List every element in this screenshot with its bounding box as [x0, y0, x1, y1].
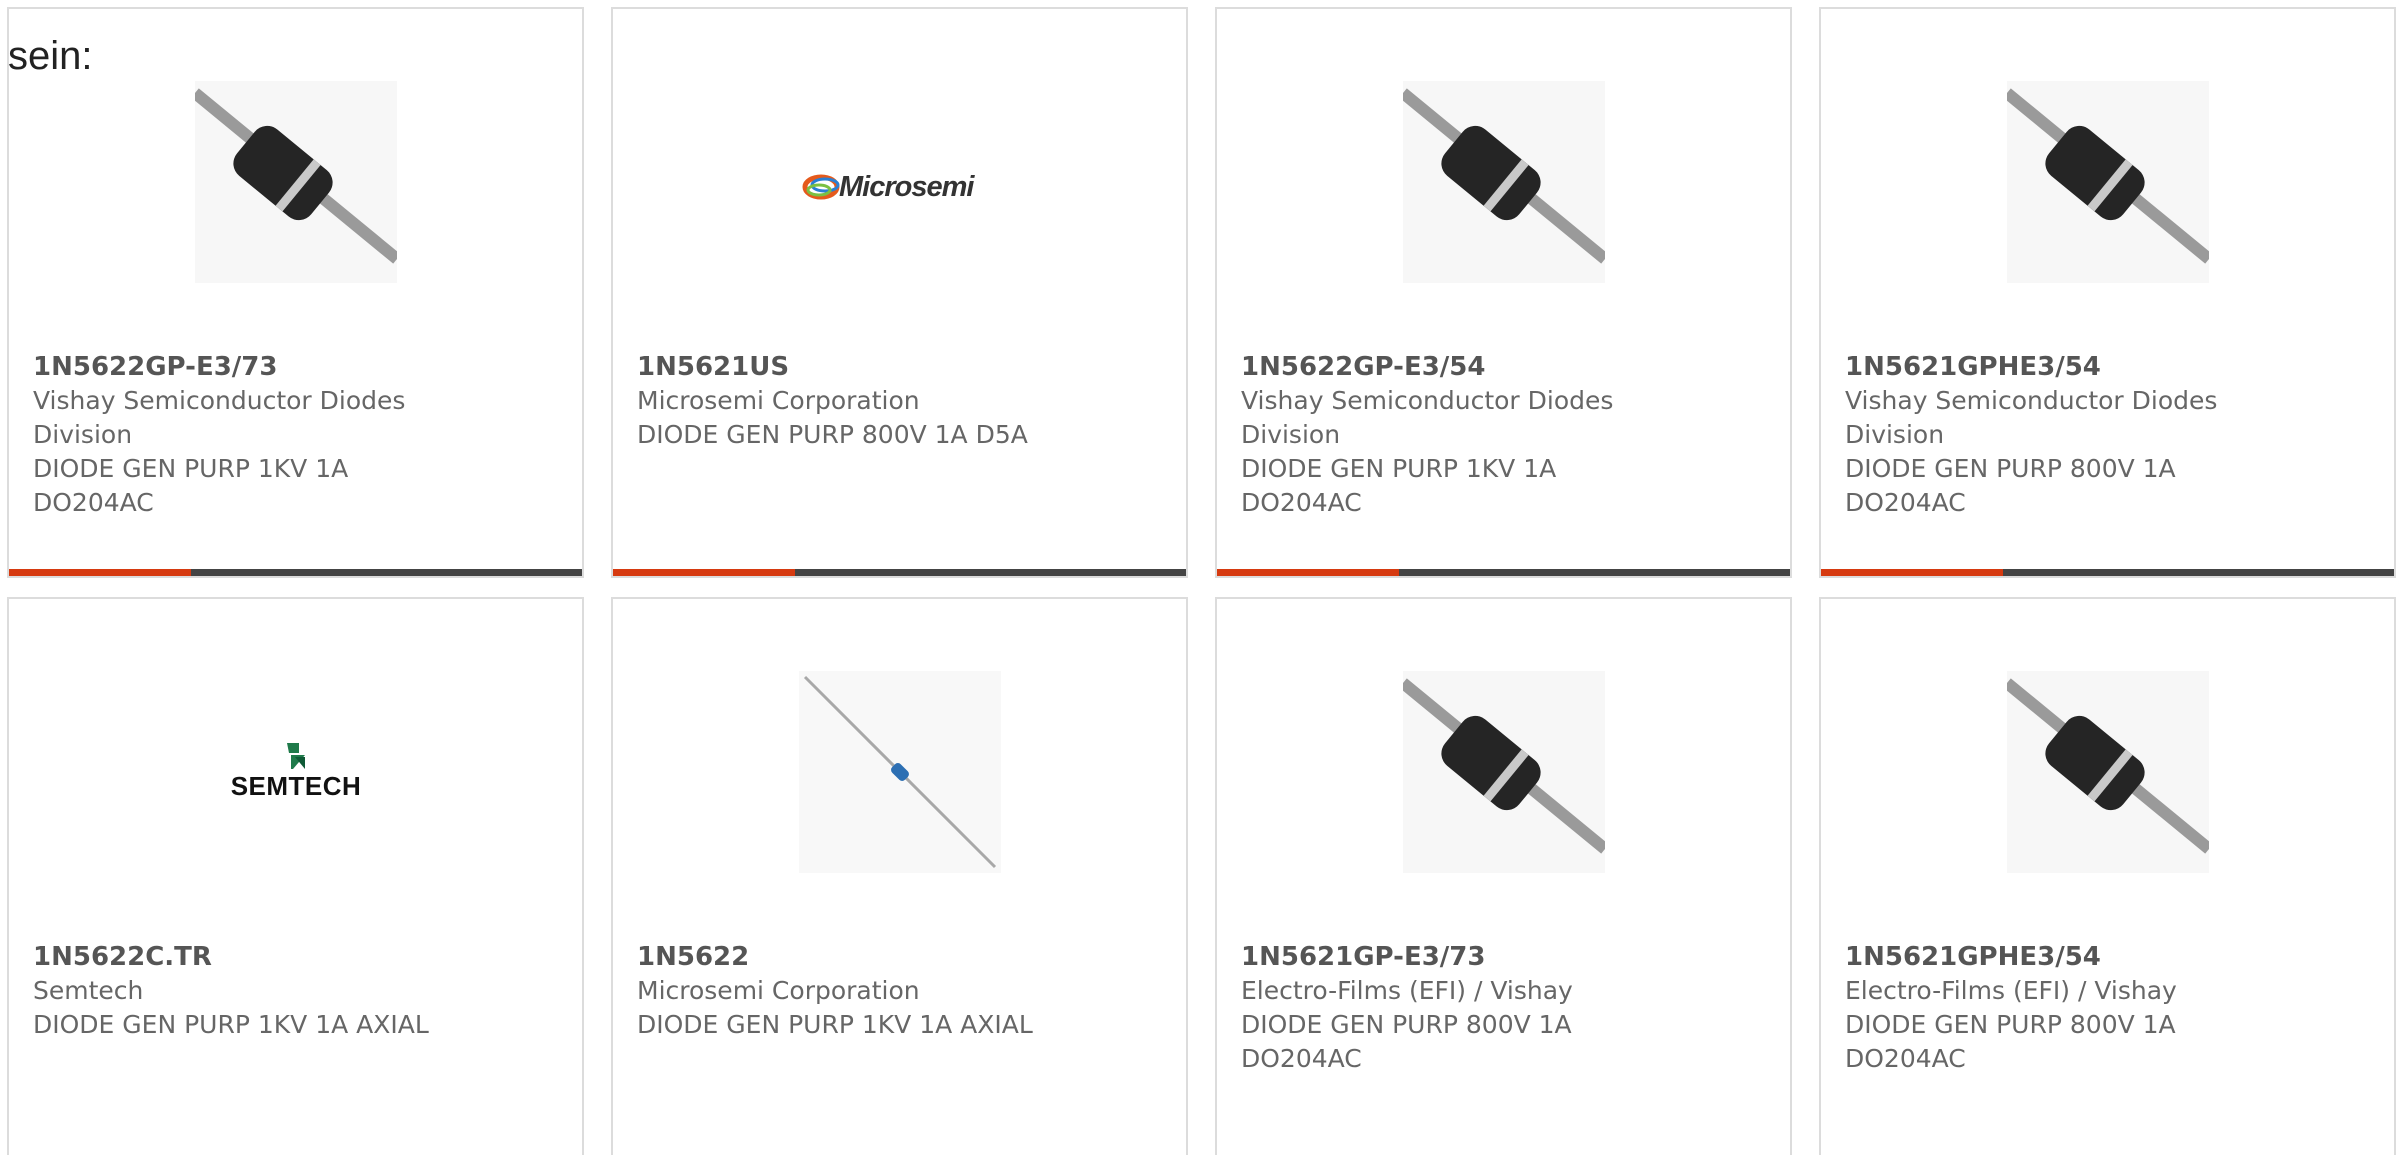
- manufacturer: Vishay Semiconductor Diodes Division: [33, 386, 406, 449]
- description: DIODE GEN PURP 1KV 1A DO204AC: [33, 454, 349, 517]
- manufacturer: Vishay Semiconductor Diodes Division: [1845, 386, 2218, 449]
- product-card[interactable]: SEMTECH 1N5622C.TR Semtech DIODE GEN PUR…: [7, 597, 584, 1155]
- part-number[interactable]: 1N5622: [637, 940, 1077, 974]
- manufacturer: Microsemi Corporation: [637, 386, 920, 415]
- part-number[interactable]: 1N5621US: [637, 350, 1077, 384]
- manufacturer: Electro-Films (EFI) / Vishay: [1845, 976, 2177, 1005]
- description: DIODE GEN PURP 800V 1A D5A: [637, 420, 1028, 449]
- product-info: 1N5622C.TR Semtech DIODE GEN PURP 1KV 1A…: [33, 940, 473, 1042]
- description: DIODE GEN PURP 800V 1A DO204AC: [1845, 454, 2176, 517]
- product-card[interactable]: Microsemi 1N5621US Microsemi Corporation…: [611, 7, 1188, 578]
- card-footer-bar: [613, 569, 1186, 576]
- intro-text: sein:: [8, 34, 93, 78]
- manufacturer: Electro-Films (EFI) / Vishay: [1241, 976, 1573, 1005]
- description: DIODE GEN PURP 1KV 1A DO204AC: [1241, 454, 1557, 517]
- product-info: 1N5621GPHE3/54 Electro-Films (EFI) / Vis…: [1845, 940, 2285, 1076]
- card-footer-bar: [1217, 569, 1790, 576]
- product-info: 1N5622GP-E3/54 Vishay Semiconductor Diod…: [1241, 350, 1681, 520]
- card-footer-bar: [1821, 569, 2394, 576]
- description: DIODE GEN PURP 1KV 1A AXIAL: [637, 1010, 1033, 1039]
- manufacturer: Vishay Semiconductor Diodes Division: [1241, 386, 1614, 449]
- product-card[interactable]: 1N5621GP-E3/73 Electro-Films (EFI) / Vis…: [1215, 597, 1792, 1155]
- part-number[interactable]: 1N5621GPHE3/54: [1845, 940, 2285, 974]
- microsemi-logo: Microsemi: [799, 81, 1001, 283]
- manufacturer: Semtech: [33, 976, 144, 1005]
- description: DIODE GEN PURP 1KV 1A AXIAL: [33, 1010, 429, 1039]
- diode-image: [2007, 671, 2209, 873]
- semtech-logo: SEMTECH: [195, 671, 397, 873]
- product-info: 1N5622 Microsemi Corporation DIODE GEN P…: [637, 940, 1077, 1042]
- description: DIODE GEN PURP 800V 1A DO204AC: [1845, 1010, 2176, 1073]
- product-card[interactable]: 1N5621GPHE3/54 Electro-Films (EFI) / Vis…: [1819, 597, 2396, 1155]
- part-number[interactable]: 1N5621GPHE3/54: [1845, 350, 2285, 384]
- logo-text: Microsemi: [839, 171, 975, 203]
- part-number[interactable]: 1N5622GP-E3/73: [33, 350, 473, 384]
- accent-bar: [1821, 569, 2003, 576]
- diode-image: [1403, 671, 1605, 873]
- diode-image: [2007, 81, 2209, 283]
- product-card[interactable]: 1N5622GP-E3/54 Vishay Semiconductor Diod…: [1215, 7, 1792, 578]
- logo-text: SEMTECH: [231, 771, 362, 801]
- card-footer-bar: [9, 569, 582, 576]
- description: DIODE GEN PURP 800V 1A DO204AC: [1241, 1010, 1572, 1073]
- diode-image: [1403, 81, 1605, 283]
- axial-diode-image: [799, 671, 1001, 873]
- product-grid-page: sein: 1N5622GP-E3/73 Vishay Semiconducto…: [0, 0, 2400, 1155]
- part-number[interactable]: 1N5622GP-E3/54: [1241, 350, 1681, 384]
- accent-bar: [613, 569, 795, 576]
- product-card[interactable]: 1N5622GP-E3/73 Vishay Semiconductor Diod…: [7, 7, 584, 578]
- product-info: 1N5621US Microsemi Corporation DIODE GEN…: [637, 350, 1077, 452]
- product-card[interactable]: 1N5621GPHE3/54 Vishay Semiconductor Diod…: [1819, 7, 2396, 578]
- product-card[interactable]: 1N5622 Microsemi Corporation DIODE GEN P…: [611, 597, 1188, 1155]
- product-info: 1N5622GP-E3/73 Vishay Semiconductor Diod…: [33, 350, 473, 520]
- part-number[interactable]: 1N5622C.TR: [33, 940, 473, 974]
- accent-bar: [9, 569, 191, 576]
- product-info: 1N5621GP-E3/73 Electro-Films (EFI) / Vis…: [1241, 940, 1681, 1076]
- manufacturer: Microsemi Corporation: [637, 976, 920, 1005]
- product-info: 1N5621GPHE3/54 Vishay Semiconductor Diod…: [1845, 350, 2285, 520]
- accent-bar: [1217, 569, 1399, 576]
- diode-image: [195, 81, 397, 283]
- part-number[interactable]: 1N5621GP-E3/73: [1241, 940, 1681, 974]
